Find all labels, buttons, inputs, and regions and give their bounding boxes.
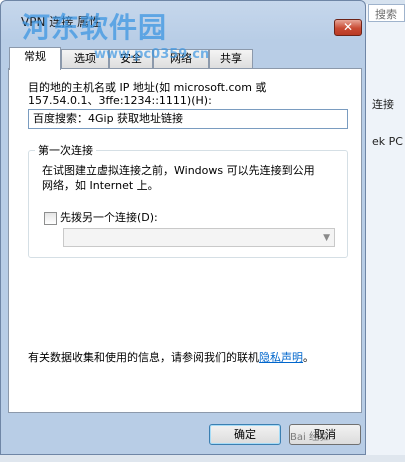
title-bar[interactable]: VPN 连接 属性 ✕ bbox=[1, 1, 365, 37]
cancel-button[interactable]: 取消 bbox=[289, 424, 361, 445]
first-connect-desc-line1: 在试图建立虚拟连接之前，Windows 可以先连接到公用 bbox=[42, 164, 315, 177]
first-connect-title: 第一次连接 bbox=[35, 142, 96, 158]
destination-label: 目的地的主机名或 IP 地址(如 microsoft.com 或 157.54.… bbox=[28, 81, 266, 107]
dialog-title: VPN 连接 属性 bbox=[21, 15, 102, 29]
privacy-suffix: 。 bbox=[303, 351, 314, 364]
destination-label-line1: 目的地的主机名或 IP 地址(如 microsoft.com 或 bbox=[28, 81, 267, 94]
tab-options[interactable]: 选项 bbox=[61, 49, 109, 69]
background-text: 连接 bbox=[372, 98, 394, 111]
host-name-input[interactable]: 百度搜索：4Gip 获取地址链接 bbox=[28, 109, 348, 129]
first-connect-desc-line2: 网络，如 Internet 上。 bbox=[42, 179, 159, 192]
tab-sharing[interactable]: 共享 bbox=[209, 49, 253, 69]
tab-security[interactable]: 安全 bbox=[109, 49, 153, 69]
bottom-strip bbox=[0, 455, 405, 462]
chevron-down-icon: ▼ bbox=[323, 233, 330, 243]
close-button[interactable]: ✕ bbox=[334, 19, 362, 36]
tab-general[interactable]: 常规 bbox=[9, 47, 61, 70]
vpn-properties-dialog: VPN 连接 属性 ✕ 常规 选项 安全 网络 共享 目的地的主机名或 IP 地… bbox=[0, 0, 366, 455]
ok-button[interactable]: 确定 bbox=[209, 424, 281, 445]
first-connect-description: 在试图建立虚拟连接之前，Windows 可以先连接到公用 网络，如 Intern… bbox=[42, 163, 315, 193]
dial-first-row[interactable]: 先拨另一个连接(D): bbox=[44, 209, 158, 225]
privacy-link[interactable]: 隐私声明 bbox=[259, 351, 303, 364]
background-text: ek PC bbox=[372, 135, 403, 148]
dial-connection-select: ▼ bbox=[63, 228, 335, 247]
background-search-input[interactable]: 搜索 bbox=[368, 4, 405, 22]
dial-first-label: 先拨另一个连接(D): bbox=[60, 211, 158, 224]
privacy-notice: 有关数据收集和使用的信息，请参阅我们的联机隐私声明。 bbox=[28, 349, 314, 365]
dial-first-checkbox[interactable] bbox=[44, 211, 57, 225]
privacy-text: 有关数据收集和使用的信息，请参阅我们的联机 bbox=[28, 351, 259, 364]
destination-label-line2: 157.54.0.1、3ffe:1234::1111)(H): bbox=[28, 94, 212, 107]
tab-networking[interactable]: 网络 bbox=[153, 49, 209, 69]
